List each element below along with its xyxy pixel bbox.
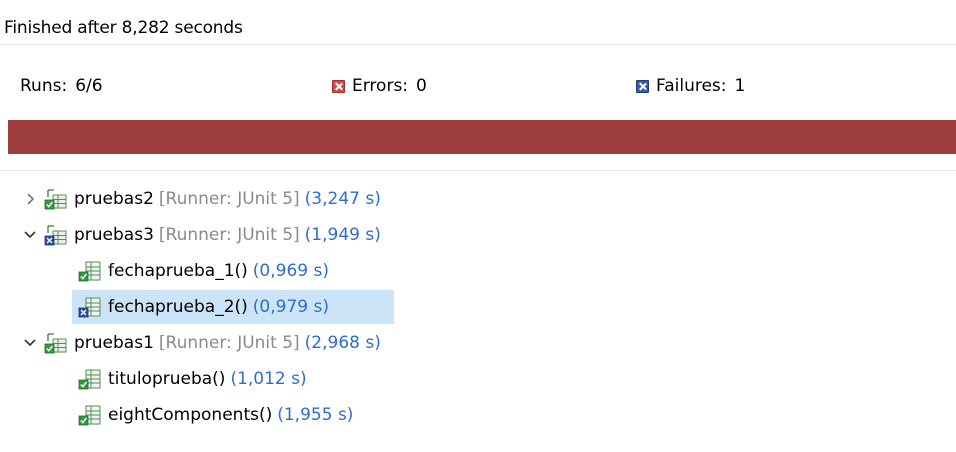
chevron-down-icon[interactable] xyxy=(22,227,38,243)
runs-value: 6/6 xyxy=(75,76,103,96)
suite-time: (2,968 s) xyxy=(304,333,381,353)
test-name: tituloprueba() xyxy=(108,369,226,389)
tree-row-test[interactable]: tituloprueba() (1,012 s) xyxy=(0,362,956,396)
suite-runner: [Runner: JUnit 5] xyxy=(158,225,300,245)
suite-runner: [Runner: JUnit 5] xyxy=(158,333,300,353)
test-name: fechaprueba_2() xyxy=(108,297,248,317)
test-name: eightComponents() xyxy=(108,405,273,425)
suite-runner: [Runner: JUnit 5] xyxy=(158,189,300,209)
test-time: (1,012 s) xyxy=(230,369,307,389)
test-passed-icon xyxy=(78,367,102,391)
chevron-right-icon[interactable] xyxy=(22,191,38,207)
counters-panel: Runs: 6/6 Errors: 0 Failures: 1 xyxy=(0,68,956,104)
failure-icon xyxy=(636,79,649,93)
runs-counter: Runs: 6/6 xyxy=(20,68,285,104)
suite-name: pruebas3 xyxy=(74,225,154,245)
test-time: (0,969 s) xyxy=(252,261,329,281)
status-message: Finished after 8,282 seconds xyxy=(4,18,243,38)
test-passed-icon xyxy=(78,403,102,427)
tree-row-test[interactable]: fechaprueba_1() (0,969 s) xyxy=(0,254,956,288)
tree-row-suite[interactable]: pruebas2 [Runner: JUnit 5] (3,247 s) xyxy=(0,182,956,216)
failures-label: Failures: xyxy=(656,76,727,96)
test-time: (1,955 s) xyxy=(277,405,354,425)
tree-row-test[interactable]: fechaprueba_2() (0,979 s) xyxy=(72,290,394,324)
test-suite-passed-icon xyxy=(44,187,68,211)
test-suite-failed-icon xyxy=(44,223,68,247)
failures-counter: Failures: 1 xyxy=(636,68,935,104)
divider xyxy=(0,44,956,45)
divider xyxy=(0,170,956,171)
tree-row-test[interactable]: eightComponents() (1,955 s) xyxy=(0,398,956,432)
suite-time: (3,247 s) xyxy=(304,189,381,209)
errors-label: Errors: xyxy=(352,76,409,96)
suite-name: pruebas1 xyxy=(74,333,154,353)
tree-row-suite[interactable]: pruebas3 [Runner: JUnit 5] (1,949 s) xyxy=(0,218,956,252)
progress-bar xyxy=(8,120,956,154)
suite-name: pruebas2 xyxy=(74,189,154,209)
test-time: (0,979 s) xyxy=(252,297,329,317)
test-passed-icon xyxy=(78,259,102,283)
errors-value: 0 xyxy=(416,76,427,96)
chevron-down-icon[interactable] xyxy=(22,335,38,351)
error-icon xyxy=(332,79,345,93)
suite-time: (1,949 s) xyxy=(304,225,381,245)
runs-label: Runs: xyxy=(20,76,68,96)
test-name: fechaprueba_1() xyxy=(108,261,248,281)
test-failed-icon xyxy=(78,295,102,319)
tree-row-suite[interactable]: pruebas1 [Runner: JUnit 5] (2,968 s) xyxy=(0,326,956,360)
errors-counter: Errors: 0 xyxy=(332,68,616,104)
test-suite-passed-icon xyxy=(44,331,68,355)
failures-value: 1 xyxy=(734,76,746,96)
